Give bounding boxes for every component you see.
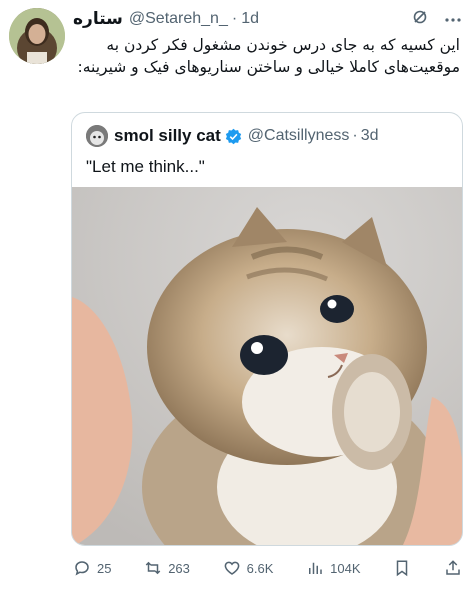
kitten-photo[interactable] [72, 187, 462, 545]
reply-count: 25 [97, 560, 112, 576]
separator-dot: · [231, 10, 238, 27]
header-actions [412, 6, 462, 32]
view-count: 104K [330, 560, 361, 576]
grok-icon[interactable] [412, 9, 428, 30]
quote-header: smol silly cat @Catsillyness · 3d [86, 125, 379, 147]
separator-dot: · [352, 127, 358, 144]
tweet-header: ستاره @Setareh_n_ · 1d [73, 6, 462, 32]
tweet-time[interactable]: 1d [241, 10, 259, 28]
author-handle[interactable]: @Setareh_n_ [129, 10, 228, 28]
reply-icon [75, 561, 89, 576]
bookmark-icon [396, 560, 408, 577]
author-avatar[interactable] [9, 8, 65, 64]
quote-text: "Let me think..." [86, 157, 205, 176]
tweet-actions: 25 263 6.6K 104K [73, 555, 462, 581]
repost-count: 263 [168, 560, 190, 576]
bookmark-button[interactable] [393, 559, 411, 577]
quote-author-name[interactable]: smol silly cat [114, 126, 221, 146]
quoted-tweet[interactable]: smol silly cat @Catsillyness · 3d "Let m… [71, 112, 463, 546]
share-button[interactable] [444, 559, 462, 577]
quote-avatar[interactable] [86, 125, 108, 147]
tweet-text: این کسیه که به جای درس خوندن مشغول فکر ک… [77, 36, 460, 76]
repost-icon [145, 561, 161, 575]
repost-button[interactable]: 263 [144, 559, 190, 577]
verified-icon [225, 128, 241, 144]
views-button[interactable]: 104K [306, 559, 361, 577]
author-name[interactable]: ستاره [73, 9, 123, 29]
share-icon [446, 560, 460, 575]
like-icon [224, 561, 239, 575]
like-button[interactable]: 6.6K [223, 559, 274, 577]
views-icon [309, 562, 322, 574]
quote-time[interactable]: 3d [361, 127, 379, 145]
more-icon[interactable] [444, 10, 462, 28]
like-count: 6.6K [246, 560, 274, 576]
reply-button[interactable]: 25 [73, 559, 111, 577]
quote-author-handle[interactable]: @Catsillyness [248, 127, 350, 145]
